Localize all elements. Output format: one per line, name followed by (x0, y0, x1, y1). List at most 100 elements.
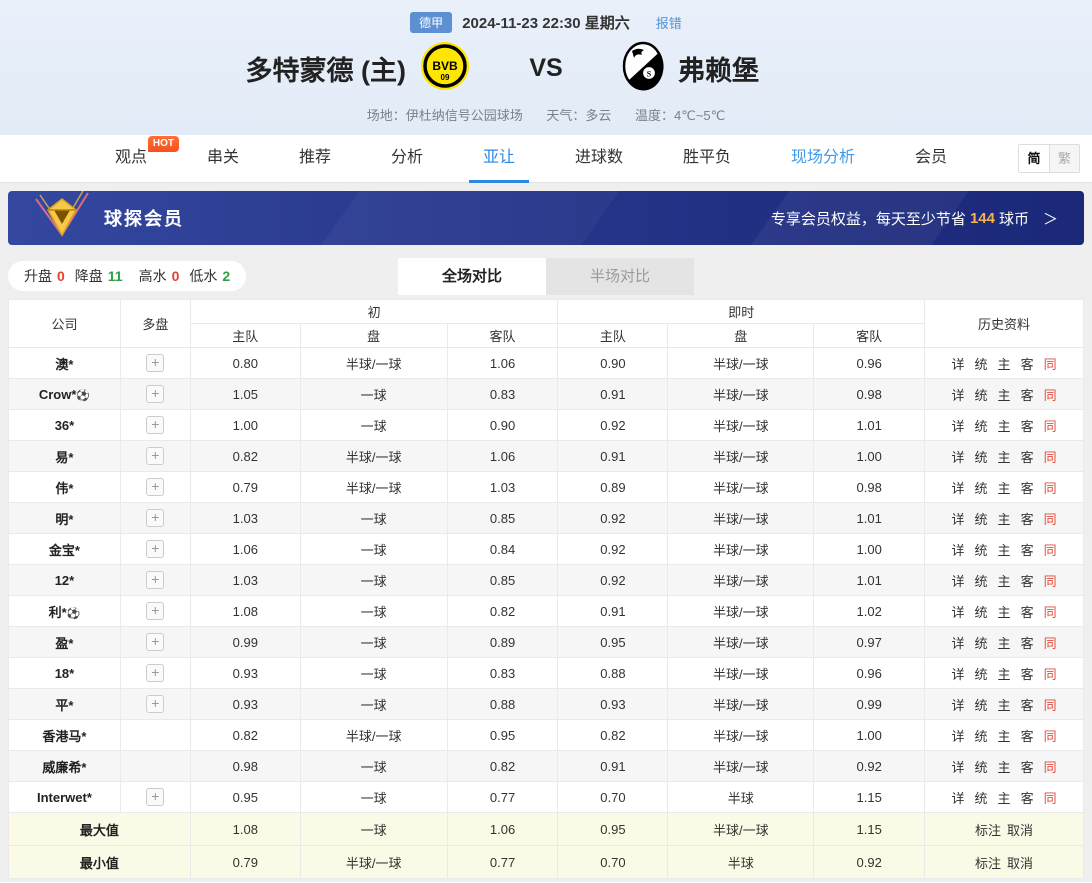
history-link[interactable]: 同 (1044, 388, 1057, 403)
history-link[interactable]: 主 (998, 481, 1011, 496)
history-link[interactable]: 统 (975, 481, 988, 496)
vip-promo-link[interactable]: 专享会员权益，每天至少节省 144 球币 ＞ (771, 208, 1058, 229)
history-link[interactable]: 同 (1044, 357, 1057, 372)
history-link[interactable]: 统 (975, 605, 988, 620)
history-link[interactable]: 主 (998, 512, 1011, 527)
history-link[interactable]: 详 (952, 543, 965, 558)
history-link[interactable]: 主 (998, 760, 1011, 775)
history-link[interactable]: 客 (1021, 543, 1034, 558)
company-name[interactable]: 明* (55, 512, 73, 527)
history-link[interactable]: 详 (952, 729, 965, 744)
expand-plus-button[interactable]: + (146, 540, 164, 558)
company-name-cell[interactable]: 易* (9, 441, 121, 472)
expand-plus-button[interactable]: + (146, 664, 164, 682)
expand-plus-button[interactable]: + (146, 478, 164, 496)
full-match-toggle[interactable]: 全场对比 (398, 258, 546, 295)
history-link[interactable]: 详 (952, 605, 965, 620)
history-link[interactable]: 主 (998, 388, 1011, 403)
company-name-cell[interactable]: 明* (9, 503, 121, 534)
history-link[interactable]: 统 (975, 698, 988, 713)
history-link[interactable]: 同 (1044, 667, 1057, 682)
history-link[interactable]: 统 (975, 419, 988, 434)
tab-live-analysis[interactable]: 现场分析 (791, 135, 855, 183)
company-name[interactable]: Interwet* (37, 790, 92, 805)
history-link[interactable]: 详 (952, 667, 965, 682)
report-error-link[interactable]: 报错 (656, 13, 682, 32)
history-link[interactable]: 客 (1021, 419, 1034, 434)
history-link[interactable]: 详 (952, 450, 965, 465)
company-name[interactable]: 金宝* (49, 543, 80, 558)
expand-plus-button[interactable]: + (146, 509, 164, 527)
history-link[interactable]: 详 (952, 574, 965, 589)
history-link[interactable]: 统 (975, 357, 988, 372)
history-link[interactable]: 同 (1044, 512, 1057, 527)
tab-member[interactable]: 会员 (915, 135, 947, 183)
tab-viewpoint[interactable]: 观点 HOT (115, 135, 147, 183)
history-link[interactable]: 统 (975, 667, 988, 682)
history-link[interactable]: 客 (1021, 574, 1034, 589)
history-link[interactable]: 同 (1044, 636, 1057, 651)
tab-parlay[interactable]: 串关 (207, 135, 239, 183)
history-link[interactable]: 同 (1044, 574, 1057, 589)
history-link[interactable]: 详 (952, 636, 965, 651)
company-name[interactable]: 18* (55, 666, 75, 681)
expand-plus-button[interactable]: + (146, 354, 164, 372)
history-link[interactable]: 主 (998, 667, 1011, 682)
company-name[interactable]: 香港马* (42, 729, 86, 744)
expand-plus-button[interactable]: + (146, 695, 164, 713)
history-link[interactable]: 客 (1021, 698, 1034, 713)
company-name[interactable]: 12* (55, 573, 75, 588)
company-name-cell[interactable]: 36* (9, 410, 121, 441)
history-link[interactable]: 主 (998, 729, 1011, 744)
mark-link[interactable]: 标注 (975, 856, 1001, 871)
history-link[interactable]: 同 (1044, 605, 1057, 620)
tab-asian-handicap[interactable]: 亚让 (483, 135, 515, 183)
history-link[interactable]: 同 (1044, 698, 1057, 713)
history-link[interactable]: 主 (998, 450, 1011, 465)
mark-link[interactable]: 标注 (975, 823, 1001, 838)
history-link[interactable]: 客 (1021, 512, 1034, 527)
history-link[interactable]: 同 (1044, 543, 1057, 558)
vip-banner[interactable]: 球探会员 专享会员权益，每天至少节省 144 球币 ＞ (8, 191, 1084, 245)
history-link[interactable]: 统 (975, 729, 988, 744)
company-name[interactable]: 威廉希* (42, 760, 86, 775)
company-name-cell[interactable]: 利*⚽ (9, 596, 121, 627)
half-match-toggle[interactable]: 半场对比 (546, 258, 694, 295)
history-link[interactable]: 同 (1044, 450, 1057, 465)
history-link[interactable]: 统 (975, 791, 988, 806)
history-link[interactable]: 同 (1044, 419, 1057, 434)
cancel-link[interactable]: 取消 (1007, 856, 1033, 871)
cancel-link[interactable]: 取消 (1007, 823, 1033, 838)
expand-plus-button[interactable]: + (146, 633, 164, 651)
company-name[interactable]: Crow* (39, 387, 77, 402)
history-link[interactable]: 客 (1021, 760, 1034, 775)
history-link[interactable]: 主 (998, 698, 1011, 713)
history-link[interactable]: 统 (975, 760, 988, 775)
expand-plus-button[interactable]: + (146, 571, 164, 589)
history-link[interactable]: 统 (975, 574, 988, 589)
lang-simplified-button[interactable]: 简 (1019, 145, 1049, 172)
history-link[interactable]: 同 (1044, 791, 1057, 806)
tab-analysis[interactable]: 分析 (391, 135, 423, 183)
company-name-cell[interactable]: 威廉希* (9, 751, 121, 782)
history-link[interactable]: 详 (952, 760, 965, 775)
company-name[interactable]: 易* (55, 450, 73, 465)
company-name-cell[interactable]: Crow*⚽ (9, 379, 121, 410)
expand-plus-button[interactable]: + (146, 602, 164, 620)
history-link[interactable]: 统 (975, 636, 988, 651)
expand-plus-button[interactable]: + (146, 385, 164, 403)
history-link[interactable]: 客 (1021, 636, 1034, 651)
company-name-cell[interactable]: 金宝* (9, 534, 121, 565)
history-link[interactable]: 客 (1021, 605, 1034, 620)
company-name[interactable]: 伟* (55, 481, 73, 496)
company-name-cell[interactable]: 18* (9, 658, 121, 689)
history-link[interactable]: 客 (1021, 791, 1034, 806)
history-link[interactable]: 主 (998, 636, 1011, 651)
company-name-cell[interactable]: 澳* (9, 348, 121, 379)
history-link[interactable]: 客 (1021, 729, 1034, 744)
history-link[interactable]: 主 (998, 791, 1011, 806)
history-link[interactable]: 客 (1021, 481, 1034, 496)
company-name[interactable]: 盈* (55, 636, 73, 651)
history-link[interactable]: 主 (998, 543, 1011, 558)
history-link[interactable]: 统 (975, 543, 988, 558)
